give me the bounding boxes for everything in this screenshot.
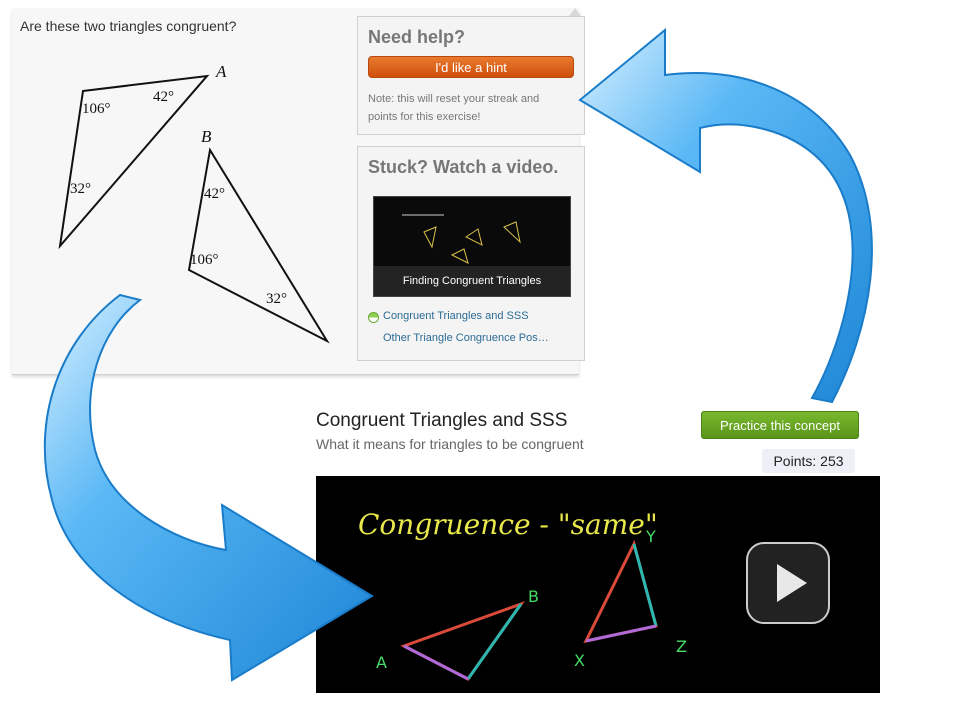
chalk-triangle-abc <box>400 600 525 681</box>
triangle-b-shape <box>187 147 330 344</box>
chalk-label-x: X <box>574 651 585 670</box>
triangle-a-angle-106: 106° <box>82 101 111 117</box>
triangle-b-angle-42: 42° <box>204 186 225 202</box>
chalk-label-b: B <box>528 587 539 606</box>
video-thumbnail[interactable]: Finding Congruent Triangles <box>373 196 571 297</box>
triangle-b-name: B <box>201 127 212 146</box>
video-link-other-congruence[interactable]: Other Triangle Congruence Pos… <box>383 332 549 344</box>
stuck-title: Stuck? Watch a video. <box>368 157 559 177</box>
chalk-label-y: Y <box>645 527 656 546</box>
lesson-title: Congruent Triangles and SSS <box>316 410 568 431</box>
hint-button[interactable]: I'd like a hint <box>368 56 574 78</box>
practice-concept-button[interactable]: Practice this concept <box>701 411 859 439</box>
chalk-label-z: Z <box>676 637 687 656</box>
curved-arrow-icon <box>578 27 873 404</box>
main-video-player[interactable]: Congruence - "same" A B X Y Z <box>316 476 880 693</box>
hint-note: Note: this will reset your streak and po… <box>368 93 540 123</box>
triangle-a-angle-42: 42° <box>153 89 174 105</box>
play-icon[interactable] <box>746 542 830 624</box>
triangle-a-name: A <box>215 62 227 81</box>
triangle-b-angle-32: 32° <box>266 291 287 307</box>
thumbnail-chalkboard <box>402 214 521 264</box>
help-box: Need help? I'd like a hint Note: this wi… <box>357 16 585 135</box>
video-thumbnail-caption: Finding Congruent Triangles <box>374 266 570 296</box>
triangle-b-angle-106: 106° <box>190 252 219 268</box>
chalk-heading: Congruence - "same" <box>358 508 658 541</box>
lesson-subtitle: What it means for triangles to be congru… <box>316 436 584 452</box>
stuck-box: Stuck? Watch a video. Finding Congruent … <box>357 146 585 361</box>
triangle-a-angle-32: 32° <box>70 181 91 197</box>
video-link-congruent-sss[interactable]: Congruent Triangles and SSS <box>383 310 529 322</box>
help-title: Need help? <box>368 27 466 47</box>
points-badge: Points: 253 <box>762 449 855 473</box>
watched-circle-icon <box>368 312 379 323</box>
chalk-label-a: A <box>376 653 387 672</box>
